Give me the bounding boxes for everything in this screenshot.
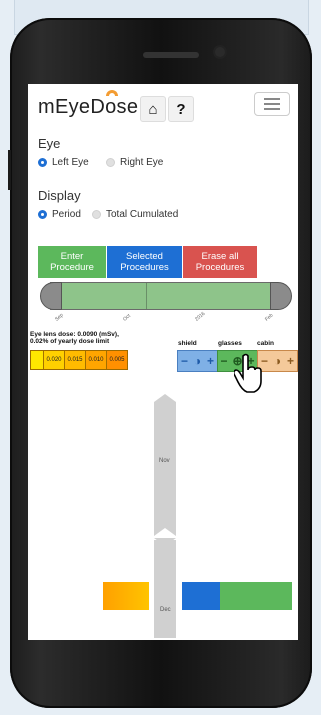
scale-cell <box>31 351 43 369</box>
volume-button <box>8 150 11 190</box>
dose-line-2: 0.02% of yearly dose limit <box>30 338 110 345</box>
radio-right-eye[interactable]: Right Eye <box>106 157 163 168</box>
procedure-dose-block[interactable] <box>103 582 149 610</box>
plus-icon[interactable]: + <box>287 354 294 368</box>
logo-text-suffix: se <box>116 96 139 118</box>
timeline-tick-label: 2016 <box>194 310 207 323</box>
timeline-range-bar[interactable] <box>50 282 278 310</box>
help-label: ? <box>176 100 186 118</box>
shield-label: shield <box>178 340 197 347</box>
radio-unchecked-icon <box>106 158 115 167</box>
radio-checked-icon <box>38 210 47 219</box>
radio-left-eye[interactable]: Left Eye <box>38 157 89 168</box>
erase-procedures-button[interactable]: Erase all Procedures <box>183 246 257 278</box>
vertical-time-axis <box>154 388 176 638</box>
hamburger-icon <box>264 98 280 100</box>
dose-summary: Eye lens dose: 0.0090 (mSv), 0.02% of ye… <box>30 331 119 345</box>
app-screen: mEyeD ose ⌂ ? Eye Left Eye Right Eye Disp… <box>28 84 298 640</box>
timeline-start-handle[interactable] <box>40 282 62 310</box>
shield-toggle-icon[interactable]: ◑ <box>194 354 201 368</box>
home-icon: ⌂ <box>148 100 158 118</box>
logo-text-prefix: mEyeD <box>38 96 106 118</box>
menu-toggle-button[interactable] <box>254 92 290 116</box>
selected-procedures-button[interactable]: Selected Procedures <box>107 246 182 278</box>
scale-cell: 0.005 <box>106 351 127 369</box>
app-logo: mEyeD ose <box>38 90 139 119</box>
radio-checked-icon <box>38 158 47 167</box>
enter-procedure-button[interactable]: Enter Procedure <box>38 246 106 278</box>
procedure-selected-block[interactable] <box>182 582 220 610</box>
month-label-dec: Dec <box>160 607 171 613</box>
scale-cell: 0.010 <box>85 351 106 369</box>
cabin-toggle-icon[interactable]: ◑ <box>274 354 281 368</box>
timeline-tick-label: Sep <box>54 312 65 323</box>
logo-letter-o: o <box>105 90 119 119</box>
home-button[interactable]: ⌂ <box>140 96 166 122</box>
plus-icon[interactable]: + <box>207 354 214 368</box>
radio-unchecked-icon <box>92 210 101 219</box>
display-heading: Display <box>38 188 81 203</box>
timeline-tick-label: Feb <box>264 312 275 323</box>
dose-line-1: Eye lens dose: 0.0090 (mSv), <box>30 331 119 338</box>
speaker-grille <box>143 52 199 58</box>
logo-arc-icon <box>106 90 119 96</box>
dose-color-scale: 0.020 0.015 0.010 0.005 <box>30 350 128 370</box>
hand-cursor-icon <box>234 353 262 393</box>
radio-total-cumulated[interactable]: Total Cumulated <box>92 209 178 220</box>
scale-cell: 0.015 <box>64 351 85 369</box>
timeline-divider <box>146 283 147 309</box>
shield-control[interactable]: − ◑ + <box>177 350 218 372</box>
glasses-label: glasses <box>218 340 242 347</box>
minus-icon[interactable]: − <box>220 354 227 368</box>
timeline-tick-label: Oct <box>122 312 132 323</box>
timeline-slider[interactable] <box>40 282 292 312</box>
scale-cell: 0.020 <box>43 351 64 369</box>
minus-icon[interactable]: − <box>181 354 188 368</box>
help-button[interactable]: ? <box>168 96 194 122</box>
procedure-protection-block[interactable] <box>220 582 292 610</box>
camera-icon <box>215 47 225 57</box>
axis-arrows <box>154 388 176 546</box>
timeline-end-handle[interactable] <box>270 282 292 310</box>
radio-period[interactable]: Period <box>38 209 81 220</box>
month-label-nov: Nov <box>159 458 170 464</box>
cabin-label: cabin <box>257 340 274 347</box>
eye-heading: Eye <box>38 136 61 151</box>
